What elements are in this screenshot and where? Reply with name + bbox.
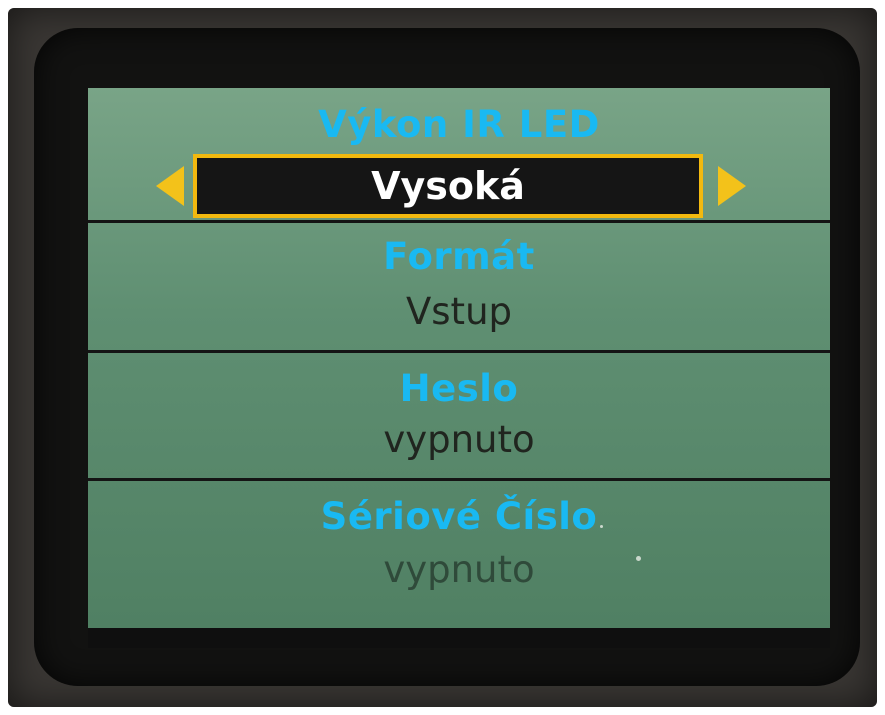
device-body: Výkon IR LED Vysoká Formát Vstup Heslo v…	[8, 8, 877, 707]
dust-speck	[600, 525, 603, 528]
menu-item-password[interactable]: Heslo vypnuto	[88, 370, 830, 458]
menu-item-format[interactable]: Formát Vstup	[88, 238, 830, 330]
menu-item-ir-led[interactable]: Výkon IR LED	[88, 106, 830, 143]
divider	[88, 478, 830, 481]
selected-value-box[interactable]: Vysoká	[193, 154, 703, 218]
menu-item-label: Heslo	[399, 367, 519, 410]
screen-bottom-edge	[88, 628, 830, 648]
menu-item-label: Výkon IR LED	[318, 103, 600, 146]
lcd-screen: Výkon IR LED Vysoká Formát Vstup Heslo v…	[88, 88, 830, 648]
menu-item-label: Sériové Číslo	[320, 495, 598, 538]
menu-item-value: Vysoká	[371, 164, 525, 208]
menu-item-value: vypnuto	[383, 418, 535, 461]
menu-item-value: vypnuto	[383, 548, 535, 591]
menu-item-label: Formát	[383, 235, 535, 278]
dust-speck	[636, 556, 641, 561]
arrow-left-icon[interactable]	[156, 166, 184, 206]
arrow-right-icon[interactable]	[718, 166, 746, 206]
menu-item-serial-number[interactable]: Sériové Číslo vypnuto	[88, 498, 830, 588]
divider	[88, 220, 830, 223]
divider	[88, 350, 830, 353]
menu-item-value: Vstup	[405, 290, 513, 333]
